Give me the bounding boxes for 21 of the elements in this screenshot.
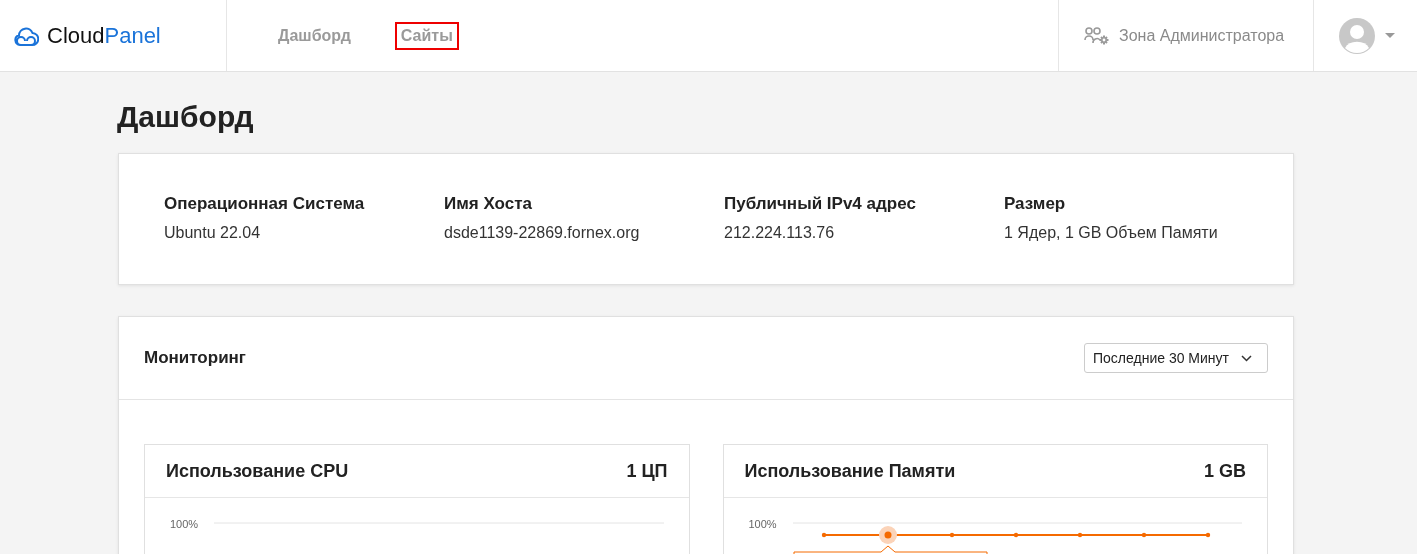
axis-label: 100% bbox=[170, 518, 199, 530]
info-label: Публичный IPv4 адрес bbox=[724, 194, 917, 214]
info-value: Ubuntu 22.04 bbox=[164, 224, 262, 242]
info-value: dsde1139-22869.fornex.org bbox=[444, 224, 641, 242]
chart-capacity: 1 GB bbox=[1204, 460, 1246, 482]
admin-zone-link[interactable]: Зона Администратора bbox=[1058, 0, 1314, 71]
time-range-dropdown[interactable]: Последние 30 Минут bbox=[1084, 343, 1268, 373]
nav-link[interactable]: Сайты bbox=[394, 21, 459, 50]
page-title: Дашборд bbox=[117, 99, 255, 135]
info-value: 1 Ядер, 1 GB Объем Памяти bbox=[1004, 224, 1219, 242]
info-value: 212.224.113.76 bbox=[724, 224, 836, 242]
chart-title: Использование Памяти bbox=[744, 460, 956, 482]
info-label: Имя Хоста bbox=[444, 194, 533, 214]
monitoring-title: Мониторинг bbox=[144, 348, 246, 368]
axis-label: 100% bbox=[748, 518, 777, 530]
cloudpanel-logo[interactable]: CloudPanel bbox=[13, 22, 161, 49]
chart-capacity: 1 ЦП bbox=[626, 460, 668, 482]
nav-link[interactable]: Дашборд bbox=[272, 21, 357, 50]
chart-title: Использование CPU bbox=[166, 460, 349, 482]
info-label: Операционная Система bbox=[164, 194, 366, 214]
info-label: Размер bbox=[1004, 194, 1067, 214]
